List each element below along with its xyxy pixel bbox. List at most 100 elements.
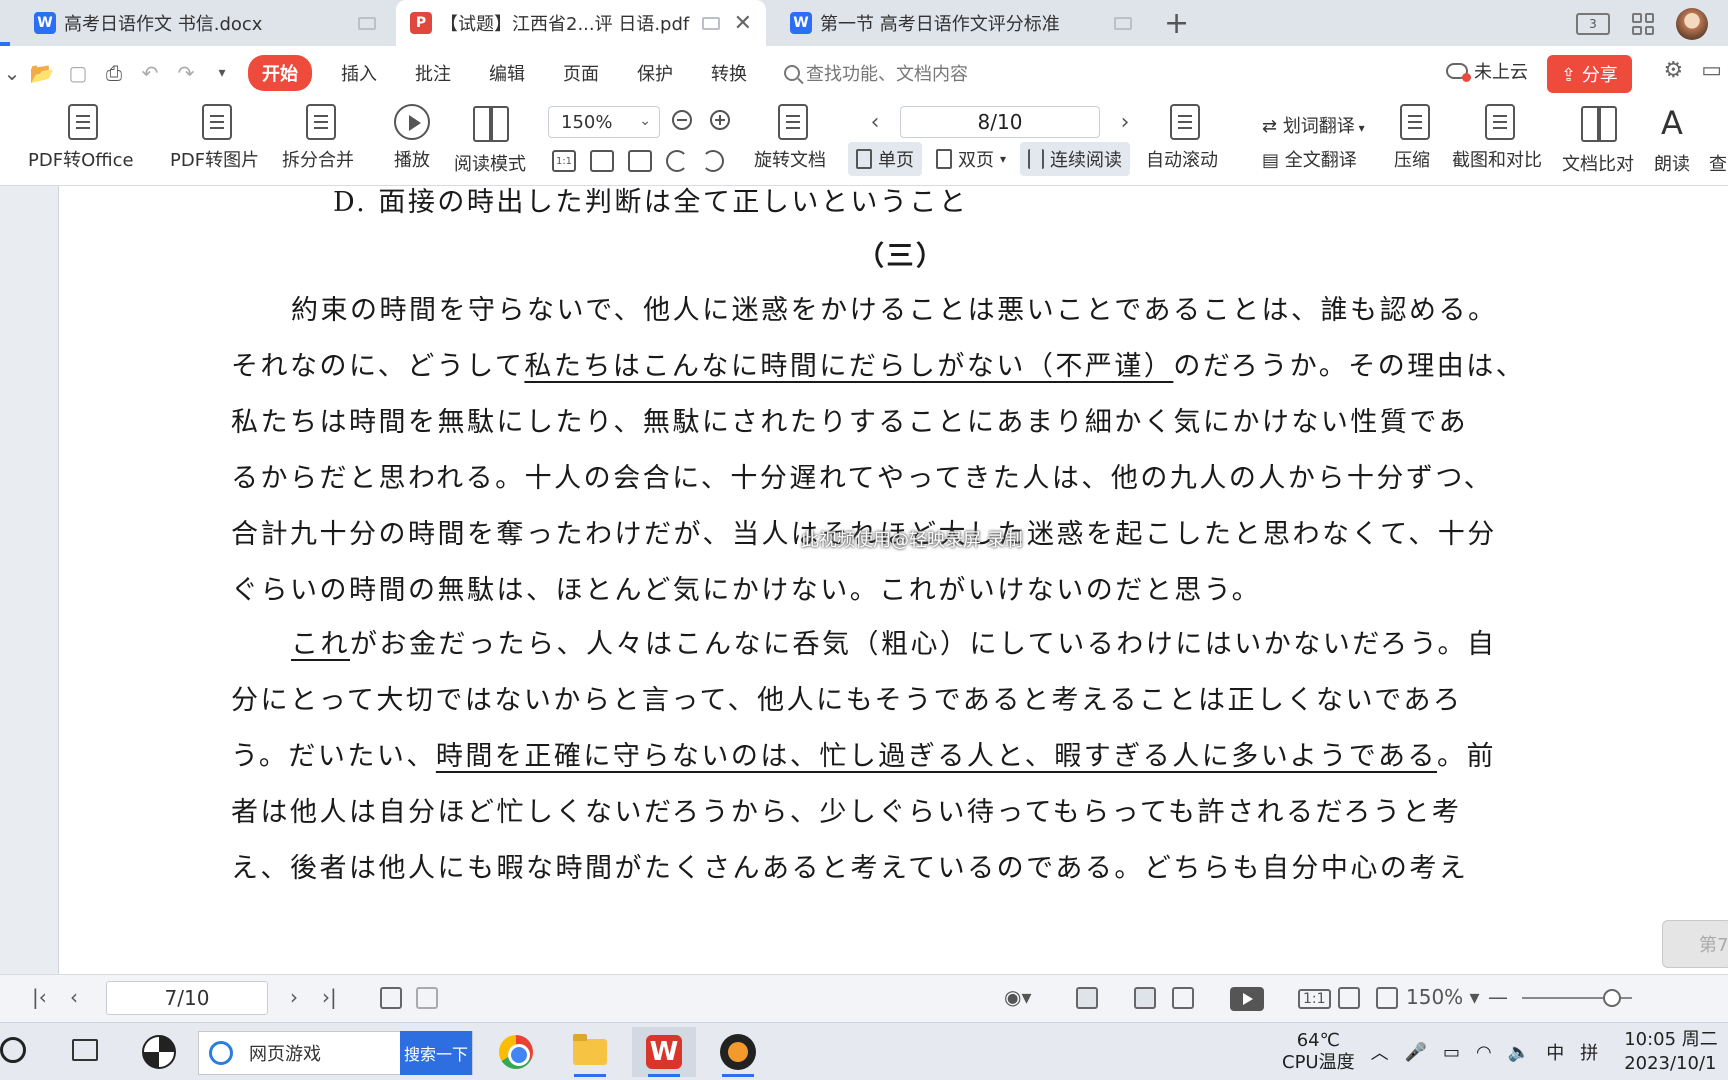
avatar[interactable]	[1676, 8, 1708, 40]
grid-icon[interactable]	[1632, 13, 1654, 35]
ime-mode-indicator[interactable]: 拼	[1580, 1039, 1598, 1065]
pdf-to-image-button[interactable]: PDF转图片	[170, 104, 259, 172]
volume-icon[interactable]: 🔈	[1508, 1042, 1530, 1063]
page-indicator-badge[interactable]: 第7	[1662, 920, 1728, 968]
zoom-slider-knob[interactable]	[1603, 989, 1622, 1007]
tab-protect[interactable]: 保护	[618, 60, 692, 86]
wifi-icon[interactable]: ◠	[1476, 1042, 1492, 1063]
cpu-temp-widget[interactable]: 64℃ CPU温度	[1282, 1030, 1355, 1074]
close-icon[interactable]: ✕	[734, 11, 752, 36]
prev-page-icon[interactable]: ‹	[70, 985, 78, 1009]
chevron-up-icon[interactable]: ︿	[1371, 1039, 1389, 1065]
tab-edit[interactable]: 编辑	[470, 60, 544, 86]
page-number-input[interactable]: 8/10	[900, 106, 1100, 138]
eye-protect-icon[interactable]: ◉▾	[1004, 985, 1032, 1009]
microphone-icon[interactable]: 🎤	[1405, 1042, 1427, 1063]
rotate-right-icon[interactable]	[702, 150, 724, 172]
status-zoom-select[interactable]: 150% ▾	[1406, 985, 1480, 1009]
tab-start[interactable]: 开始	[248, 55, 312, 91]
share-icon: ⇪	[1561, 65, 1582, 86]
tab-docx-letter[interactable]: W 高考日语作文 书信.docx	[20, 0, 390, 46]
auto-scroll-button[interactable]: 自动滚动	[1146, 104, 1218, 172]
tab-pdf-exam[interactable]: P 【试题】江西省2...评 日语.pdf ✕	[396, 0, 766, 46]
single-view-icon[interactable]	[1134, 987, 1156, 1009]
tab-annotate[interactable]: 批注	[396, 60, 470, 86]
word-translate-button[interactable]: ⇄ 划词翻译 ▾	[1262, 112, 1365, 138]
web-search-input[interactable]: 网页游戏	[249, 1040, 400, 1066]
forward-icon[interactable]	[416, 987, 438, 1009]
fit-width-icon[interactable]	[628, 150, 652, 172]
tab-insert[interactable]: 插入	[322, 60, 396, 86]
chrome-app[interactable]	[484, 1027, 548, 1077]
double-view-icon[interactable]	[1172, 987, 1194, 1009]
continuous-view-icon[interactable]	[1076, 987, 1098, 1009]
last-page-icon[interactable]: ›|	[322, 985, 337, 1009]
back-icon[interactable]	[380, 987, 402, 1009]
play-icon[interactable]	[1230, 987, 1264, 1011]
chevron-right-icon[interactable]: ›	[1110, 110, 1140, 135]
read-mode-button[interactable]: 阅读模式	[454, 104, 526, 176]
monitor-icon[interactable]	[701, 16, 720, 30]
pinwheel-app-icon[interactable]	[142, 1035, 176, 1069]
rotate-doc-button[interactable]: 旋转文档	[754, 104, 826, 172]
chevron-left-icon[interactable]: ‹	[860, 110, 890, 135]
first-page-icon[interactable]: |‹	[32, 985, 47, 1009]
doc-compare-button[interactable]: 文档比对	[1562, 104, 1634, 176]
status-page-input[interactable]: 7/10	[106, 981, 268, 1015]
pdf-to-image-label: PDF转图片	[170, 150, 260, 171]
share-label: 分享	[1581, 65, 1618, 86]
web-search-button[interactable]: 搜索一下	[400, 1031, 472, 1075]
tab-page[interactable]: 页面	[544, 60, 618, 86]
share-button[interactable]: ⇪ 分享	[1547, 55, 1632, 93]
cloud-status-button[interactable]: 未上云	[1446, 58, 1528, 84]
tab-docx-grading[interactable]: W 第一节 高考日语作文评分标准	[776, 0, 1146, 46]
zoom-out-button[interactable]	[672, 110, 698, 136]
print-icon[interactable]: ⎙	[96, 55, 132, 91]
redo-icon[interactable]: ↷	[168, 55, 204, 91]
pdf-to-office-button[interactable]: PDF转Office	[28, 104, 134, 172]
message-icon[interactable]: ▭	[1701, 58, 1722, 83]
play-button[interactable]: 播放	[394, 104, 430, 172]
single-page-button[interactable]: 单页	[848, 142, 922, 176]
open-folder-icon[interactable]: 📂	[24, 55, 60, 91]
double-page-button[interactable]: 双页 ▾	[928, 142, 1014, 176]
search-icon[interactable]	[0, 1037, 26, 1063]
save-icon[interactable]: ▢	[60, 55, 96, 91]
monitor-icon[interactable]	[1114, 16, 1132, 30]
compress-button[interactable]: 压缩	[1394, 104, 1430, 172]
fit-page-icon[interactable]	[1338, 987, 1360, 1009]
taskbar-web-search[interactable]: 网页游戏 搜索一下	[198, 1031, 473, 1075]
rotate-left-icon[interactable]	[666, 150, 688, 172]
new-tab-button[interactable]: +	[1164, 6, 1189, 41]
task-view-icon[interactable]	[72, 1039, 98, 1061]
file-explorer-app[interactable]	[558, 1027, 622, 1077]
fit-page-icon[interactable]	[590, 150, 614, 172]
next-page-icon[interactable]: ›	[290, 985, 298, 1009]
battery-icon[interactable]: ▭	[1443, 1042, 1460, 1063]
chevron-down-icon[interactable]: ⌄	[0, 55, 24, 91]
split-merge-button[interactable]: 拆分合并	[282, 104, 354, 172]
fit-width-icon[interactable]	[1376, 987, 1398, 1009]
full-translate-button[interactable]: ▤ 全文翻译	[1262, 146, 1357, 172]
find-button[interactable]: 查	[1708, 104, 1728, 176]
monitor-icon[interactable]	[358, 16, 376, 30]
customize-icon[interactable]: ▾	[204, 55, 240, 91]
continuous-read-button[interactable]: 连续阅读	[1020, 142, 1131, 176]
actual-size-icon[interactable]: 1:1	[1298, 989, 1331, 1009]
settings-gear-icon[interactable]: ⚙	[1663, 58, 1683, 83]
document-viewport[interactable]: D. 面接の時出した判断は全て正しいということ （三） 約束の時間を守らないで、…	[0, 186, 1728, 974]
search-input[interactable]: 查找功能、文档内容	[784, 60, 968, 86]
clock[interactable]: 10:05 周二 2023/10/1	[1624, 1028, 1718, 1076]
recorder-app[interactable]	[706, 1027, 770, 1077]
layout-badge-icon[interactable]: 3	[1576, 13, 1610, 35]
zoom-select[interactable]: 150% ⌄	[548, 106, 660, 138]
undo-icon[interactable]: ↶	[132, 55, 168, 91]
screenshot-compare-button[interactable]: 截图和对比	[1452, 104, 1542, 172]
ime-language-indicator[interactable]: 中	[1546, 1039, 1564, 1065]
read-aloud-button[interactable]: A 朗读	[1652, 104, 1692, 176]
zoom-out-icon[interactable]: —	[1488, 985, 1508, 1009]
tab-convert[interactable]: 转换	[692, 60, 766, 86]
actual-size-icon[interactable]: 1:1	[552, 150, 576, 172]
wps-app[interactable]: W	[632, 1027, 696, 1077]
zoom-in-button[interactable]	[710, 110, 736, 136]
